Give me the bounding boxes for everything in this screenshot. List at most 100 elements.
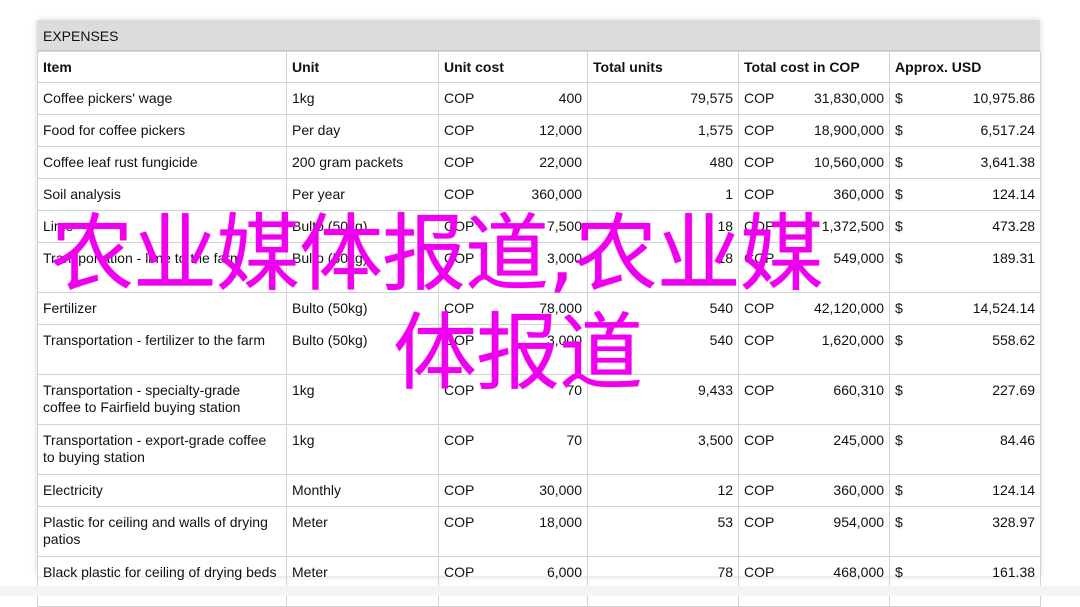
cell-total-currency: COP xyxy=(738,210,784,243)
cell-total-currency: COP xyxy=(738,474,784,507)
cell-item: Coffee leaf rust fungicide xyxy=(37,146,287,179)
cell-total-currency: COP xyxy=(738,82,784,115)
cell-unit: Per day xyxy=(286,114,439,147)
cell-item: Soil analysis xyxy=(37,178,287,211)
cell-total-cost: 31,830,000 xyxy=(783,82,891,115)
header-total-cost: Total cost in COP xyxy=(738,51,891,83)
cell-total-units: 1,575 xyxy=(587,114,740,147)
cell-total-units: 18 xyxy=(587,210,740,243)
cell-cost-currency: COP xyxy=(438,506,482,557)
cell-total-cost: 468,000 xyxy=(783,556,891,607)
cell-usd-currency: $ xyxy=(889,114,930,147)
cell-item: Food for coffee pickers xyxy=(37,114,287,147)
header-row: Item Unit Unit cost Total units Total co… xyxy=(37,51,1042,83)
cell-unit-cost: 12,000 xyxy=(481,114,589,147)
cell-item: Fertilizer xyxy=(37,292,287,325)
cell-item: Transportation - export-grade coffee to … xyxy=(37,424,287,475)
cell-usd-currency: $ xyxy=(889,424,930,475)
cell-usd: 3,641.38 xyxy=(929,146,1042,179)
cell-total-units: 18 xyxy=(587,242,740,293)
cell-unit-cost: 30,000 xyxy=(481,474,589,507)
cell-usd-currency: $ xyxy=(889,242,930,293)
cell-total-cost: 549,000 xyxy=(783,242,891,293)
cell-usd: 189.31 xyxy=(929,242,1042,293)
cell-total-units: 540 xyxy=(587,324,740,375)
cell-unit-cost: 78,000 xyxy=(481,292,589,325)
cell-total-cost: 10,560,000 xyxy=(783,146,891,179)
cell-usd: 124.14 xyxy=(929,178,1042,211)
cell-unit: Monthly xyxy=(286,474,439,507)
cell-usd: 558.62 xyxy=(929,324,1042,375)
cell-cost-currency: COP xyxy=(438,374,482,425)
cell-usd: 227.69 xyxy=(929,374,1042,425)
cell-unit-cost: 3,000 xyxy=(481,242,589,293)
cell-total-currency: COP xyxy=(738,506,784,557)
sheet-title: EXPENSES xyxy=(37,20,1040,51)
cell-usd-currency: $ xyxy=(889,474,930,507)
table-row: Soil analysis Per year COP 360,000 1 COP 360,0… xyxy=(37,178,1042,211)
table-row: Lime Bulto (50kg) COP 7,500 18 COP 1,372,500 $4… xyxy=(37,210,1042,243)
cell-total-currency: COP xyxy=(738,178,784,211)
cell-unit: Per year xyxy=(286,178,439,211)
table-row: Food for coffee pickers Per day COP 12,000 1… xyxy=(37,114,1042,147)
cell-total-cost: 245,000 xyxy=(783,424,891,475)
cell-item: Transportation - lime to the farm xyxy=(37,242,287,293)
header-unit: Unit xyxy=(286,51,439,83)
cell-usd-currency: $ xyxy=(889,556,930,607)
cell-total-currency: COP xyxy=(738,424,784,475)
expenses-sheet: EXPENSES Item Unit Unit cost Total units… xyxy=(37,20,1042,607)
header-item: Item xyxy=(37,51,287,83)
table-row: Black plastic for ceiling of drying beds… xyxy=(37,556,1042,607)
cell-usd-currency: $ xyxy=(889,210,930,243)
cell-total-currency: COP xyxy=(738,114,784,147)
cell-unit-cost: 7,500 xyxy=(481,210,589,243)
cell-total-units: 1 xyxy=(587,178,740,211)
cell-item: Lime xyxy=(37,210,287,243)
cell-usd-currency: $ xyxy=(889,374,930,425)
cell-usd: 14,524.14 xyxy=(929,292,1042,325)
cell-total-units: 12 xyxy=(587,474,740,507)
cell-total-currency: COP xyxy=(738,556,784,607)
cell-item: Electricity xyxy=(37,474,287,507)
cell-usd: 6,517.24 xyxy=(929,114,1042,147)
cell-unit-cost: 400 xyxy=(481,82,589,115)
cell-total-units: 9,433 xyxy=(587,374,740,425)
cell-cost-currency: COP xyxy=(438,474,482,507)
table-row: Plastic for ceiling and walls of drying … xyxy=(37,506,1042,557)
cell-usd: 161.38 xyxy=(929,556,1042,607)
cell-cost-currency: COP xyxy=(438,146,482,179)
cell-total-cost: 660,310 xyxy=(783,374,891,425)
cell-unit-cost: 22,000 xyxy=(481,146,589,179)
header-usd: Approx. USD xyxy=(889,51,1042,83)
cell-cost-currency: COP xyxy=(438,242,482,293)
table-row: Transportation - lime to the farm Bulto (… xyxy=(37,242,1042,293)
cell-total-units: 3,500 xyxy=(587,424,740,475)
table-body: Coffee pickers' wage 1kg COP 400 79,575 COP 31… xyxy=(37,82,1042,607)
cell-unit: Bulto (50kg) xyxy=(286,242,439,293)
cell-unit-cost: 18,000 xyxy=(481,506,589,557)
cell-item: Transportation - fertilizer to the farm xyxy=(37,324,287,375)
cell-total-currency: COP xyxy=(738,146,784,179)
cell-unit-cost: 6,000 xyxy=(481,556,589,607)
table-row: Transportation - fertilizer to the farm B… xyxy=(37,324,1042,375)
cell-unit-cost: 70 xyxy=(481,374,589,425)
cell-usd-currency: $ xyxy=(889,324,930,375)
cell-unit: Meter xyxy=(286,556,439,607)
cell-cost-currency: COP xyxy=(438,556,482,607)
cell-unit: Bulto (50kg) xyxy=(286,324,439,375)
cell-total-cost: 42,120,000 xyxy=(783,292,891,325)
cell-total-currency: COP xyxy=(738,374,784,425)
cell-cost-currency: COP xyxy=(438,178,482,211)
cell-unit: Meter xyxy=(286,506,439,557)
cell-total-units: 540 xyxy=(587,292,740,325)
cell-total-units: 480 xyxy=(587,146,740,179)
table-row: Coffee leaf rust fungicide 200 gram packe… xyxy=(37,146,1042,179)
cell-usd: 10,975.86 xyxy=(929,82,1042,115)
cell-item: Plastic for ceiling and walls of drying … xyxy=(37,506,287,557)
cell-usd-currency: $ xyxy=(889,178,930,211)
cell-usd: 473.28 xyxy=(929,210,1042,243)
cell-cost-currency: COP xyxy=(438,210,482,243)
cell-item: Coffee pickers' wage xyxy=(37,82,287,115)
cell-usd-currency: $ xyxy=(889,292,930,325)
cell-total-units: 79,575 xyxy=(587,82,740,115)
